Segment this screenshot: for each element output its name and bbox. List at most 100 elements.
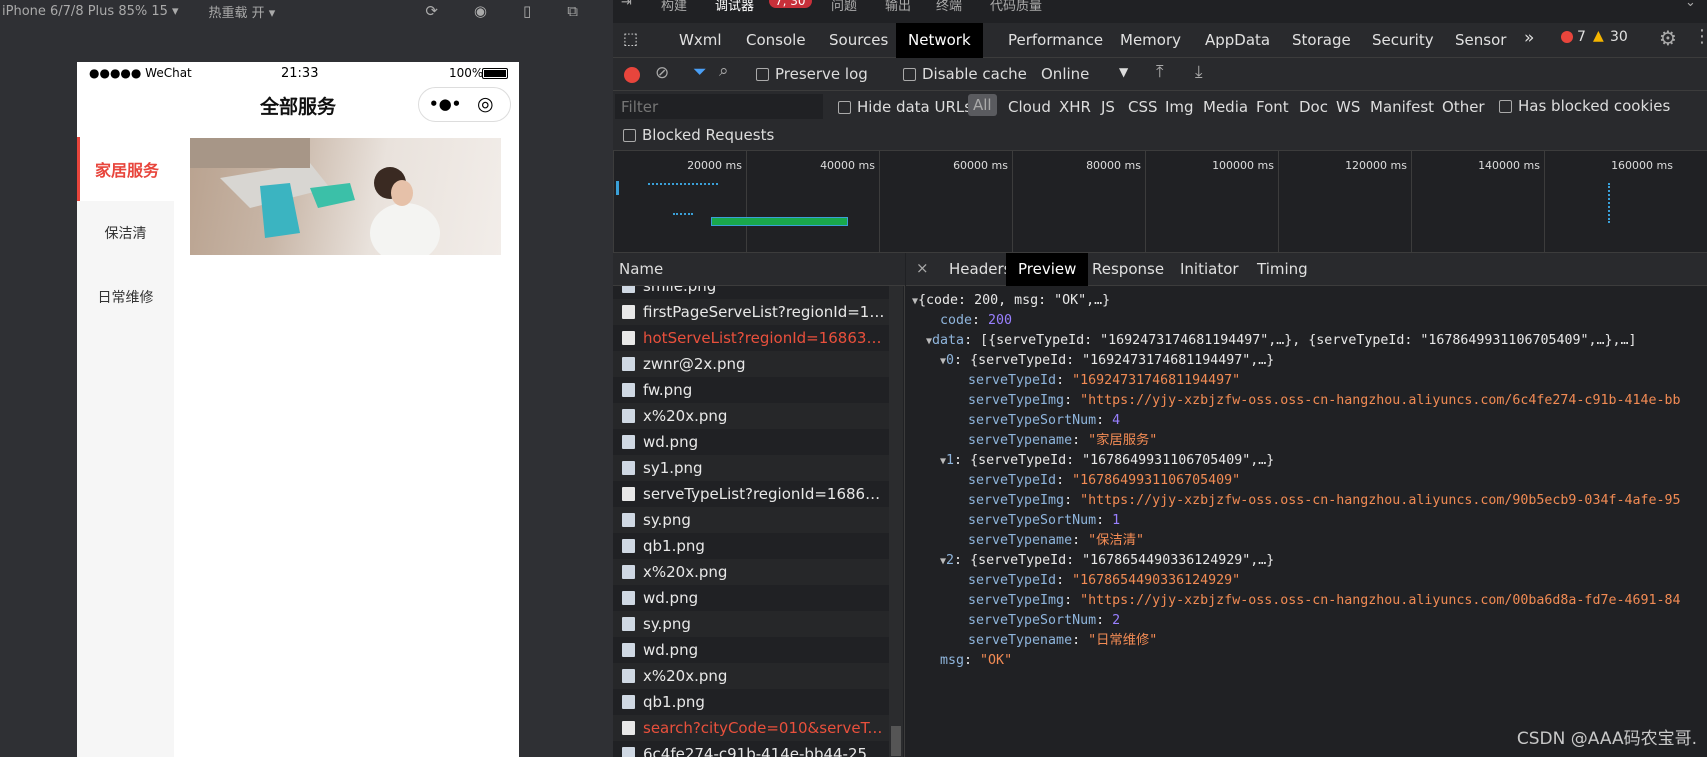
stop-icon[interactable]: ◉ bbox=[474, 2, 487, 20]
phone-icon[interactable]: ▯ bbox=[523, 2, 531, 20]
window-icon[interactable]: ⧉ bbox=[567, 2, 578, 20]
type-filter-cloud[interactable]: Cloud bbox=[1008, 98, 1051, 116]
tab-debugger[interactable]: 调试器 bbox=[715, 0, 754, 14]
tab-sources[interactable]: Sources bbox=[817, 23, 900, 58]
gear-icon[interactable]: ⚙ bbox=[1659, 26, 1677, 50]
scrollbar-thumb[interactable] bbox=[891, 726, 901, 756]
request-row[interactable]: hotServeList?regionId=16863032228 bbox=[613, 325, 889, 351]
tab-issues[interactable]: 问题 bbox=[831, 0, 857, 14]
type-filter-img[interactable]: Img bbox=[1165, 98, 1194, 116]
inspect-icon[interactable]: ⬚ bbox=[623, 29, 638, 48]
tab-sensor[interactable]: Sensor bbox=[1443, 23, 1518, 58]
filter-input[interactable] bbox=[615, 94, 823, 119]
search-icon[interactable]: ⌕ bbox=[719, 61, 729, 81]
filter-icon[interactable]: ⏷ bbox=[693, 62, 707, 82]
tab-output[interactable]: 输出 bbox=[885, 0, 911, 14]
sidebar-item-repair[interactable]: 日常维修 bbox=[77, 265, 174, 329]
json-item-0[interactable]: ▼0: {serveTypeId: "1692473174681194497",… bbox=[940, 351, 1274, 371]
type-filter-media[interactable]: Media bbox=[1203, 98, 1248, 116]
chevron-down-icon[interactable]: ▼ bbox=[1119, 65, 1128, 79]
tab-appdata[interactable]: AppData bbox=[1193, 23, 1282, 58]
refresh-icon[interactable]: ⟳ bbox=[425, 2, 438, 20]
type-filter-xhr[interactable]: XHR bbox=[1059, 98, 1091, 116]
export-har-icon[interactable]: ⤓ bbox=[1195, 62, 1203, 82]
tab-wxml[interactable]: Wxml bbox=[667, 23, 734, 58]
request-row[interactable]: x%20x.png bbox=[613, 403, 889, 429]
tab-build[interactable]: 构建 bbox=[661, 0, 687, 14]
type-filter-other[interactable]: Other bbox=[1442, 98, 1485, 116]
sidebar-item-cleaning[interactable]: 保洁清 bbox=[77, 201, 174, 265]
request-row[interactable]: serveTypeList?regionId=1686303222... bbox=[613, 481, 889, 507]
image-file-icon bbox=[622, 539, 635, 553]
record-button[interactable] bbox=[624, 67, 640, 83]
tab-terminal[interactable]: 终端 bbox=[936, 0, 962, 14]
network-overview-timeline[interactable]: 20000 ms 40000 ms 60000 ms 80000 ms 1000… bbox=[613, 151, 1707, 253]
type-filter-css[interactable]: CSS bbox=[1128, 98, 1158, 116]
type-filter-doc[interactable]: Doc bbox=[1299, 98, 1328, 116]
json-root[interactable]: ▼{code: 200, msg: "OK",…} bbox=[912, 291, 1110, 311]
json-item-2[interactable]: ▼2: {serveTypeId: "1678654490336124929",… bbox=[940, 551, 1274, 571]
request-row[interactable]: wd.png bbox=[613, 585, 889, 611]
request-row[interactable]: zwnr@2x.png bbox=[613, 351, 889, 377]
hide-data-urls-checkbox[interactable]: Hide data URLs bbox=[838, 98, 972, 116]
throttle-select[interactable]: Online bbox=[1041, 65, 1089, 83]
type-filter-all[interactable]: All bbox=[968, 94, 997, 116]
tab-performance[interactable]: Performance bbox=[996, 23, 1115, 58]
request-row[interactable]: 6c4fe274-c91b-414e-bb44-2515b5d... bbox=[613, 741, 889, 757]
request-row[interactable]: sy.png bbox=[613, 611, 889, 637]
has-blocked-cookies-checkbox[interactable]: Has blocked cookies bbox=[1499, 97, 1670, 115]
timeline-tick: 20000 ms bbox=[613, 151, 746, 253]
request-row[interactable]: search?cityCode=010&serveTypeId=... bbox=[613, 715, 889, 741]
preserve-log-checkbox[interactable]: Preserve log bbox=[756, 65, 868, 83]
request-row[interactable]: x%20x.png bbox=[613, 663, 889, 689]
error-count[interactable]: 7 bbox=[1577, 29, 1586, 45]
type-filter-manifest[interactable]: Manifest bbox=[1370, 98, 1434, 116]
tab-code-quality[interactable]: 代码质量 bbox=[990, 0, 1042, 14]
tab-console[interactable]: Console bbox=[734, 23, 818, 58]
tab-security[interactable]: Security bbox=[1360, 23, 1446, 58]
name-column-header[interactable]: Name bbox=[613, 253, 905, 286]
disable-cache-checkbox[interactable]: Disable cache bbox=[903, 65, 1027, 83]
request-row[interactable]: qb1.png bbox=[613, 689, 889, 715]
tab-response[interactable]: Response bbox=[1080, 253, 1176, 286]
request-row[interactable]: fw.png bbox=[613, 377, 889, 403]
tab-network[interactable]: Network bbox=[896, 23, 983, 58]
clear-icon[interactable]: ⊘ bbox=[655, 63, 669, 83]
request-row[interactable]: wd.png bbox=[613, 637, 889, 663]
back-icon[interactable]: ⇥ bbox=[621, 0, 632, 10]
request-row[interactable]: x%20x.png bbox=[613, 559, 889, 585]
close-icon[interactable]: × bbox=[916, 259, 929, 277]
blocked-requests-checkbox[interactable]: Blocked Requests bbox=[623, 126, 774, 144]
menu-capsule[interactable]: •●• ◎ bbox=[418, 87, 511, 122]
json-data[interactable]: ▼data: [{serveTypeId: "16924731746811944… bbox=[926, 331, 1637, 351]
json-item-1[interactable]: ▼1: {serveTypeId: "1678649931106705409",… bbox=[940, 451, 1274, 471]
timeline-dot bbox=[673, 213, 693, 216]
type-filter-js[interactable]: JS bbox=[1101, 98, 1115, 116]
tab-preview[interactable]: Preview bbox=[1006, 253, 1089, 286]
tab-timing[interactable]: Timing bbox=[1245, 253, 1320, 286]
tab-initiator[interactable]: Initiator bbox=[1168, 253, 1251, 286]
request-row[interactable]: sy.png bbox=[613, 507, 889, 533]
request-row[interactable]: qb1.png bbox=[613, 533, 889, 559]
tab-memory[interactable]: Memory bbox=[1108, 23, 1193, 58]
devtools-tabs: ⬚ Wxml Console Sources Network Performan… bbox=[613, 23, 1707, 58]
request-row[interactable]: smile.png bbox=[613, 286, 889, 299]
type-filter-font[interactable]: Font bbox=[1256, 98, 1289, 116]
request-row[interactable]: sy1.png bbox=[613, 455, 889, 481]
request-row[interactable]: wd.png bbox=[613, 429, 889, 455]
type-filter-ws[interactable]: WS bbox=[1336, 98, 1360, 116]
close-target-icon[interactable]: ◎ bbox=[477, 93, 494, 115]
import-har-icon[interactable]: ⤒ bbox=[1156, 62, 1164, 82]
hotreload-toggle[interactable]: 热重载 开 ▾ bbox=[209, 2, 276, 21]
warning-count[interactable]: 30 bbox=[1610, 29, 1628, 45]
collapse-icon[interactable]: ⌄ bbox=[1685, 0, 1696, 10]
more-icon[interactable]: •●• bbox=[429, 95, 461, 113]
tab-storage[interactable]: Storage bbox=[1280, 23, 1363, 58]
more-tabs-icon[interactable]: » bbox=[1524, 28, 1534, 48]
request-row[interactable]: firstPageServeList?regionId=168630... bbox=[613, 299, 889, 325]
request-list-scrollbar[interactable] bbox=[889, 286, 903, 757]
device-select[interactable]: iPhone 6/7/8 Plus 85% 15 ▾ bbox=[0, 4, 181, 19]
kebab-menu-icon[interactable]: ⋮ bbox=[1693, 26, 1707, 47]
sidebar-item-home-service[interactable]: 家居服务 bbox=[77, 137, 174, 201]
service-banner-image[interactable] bbox=[190, 138, 501, 255]
